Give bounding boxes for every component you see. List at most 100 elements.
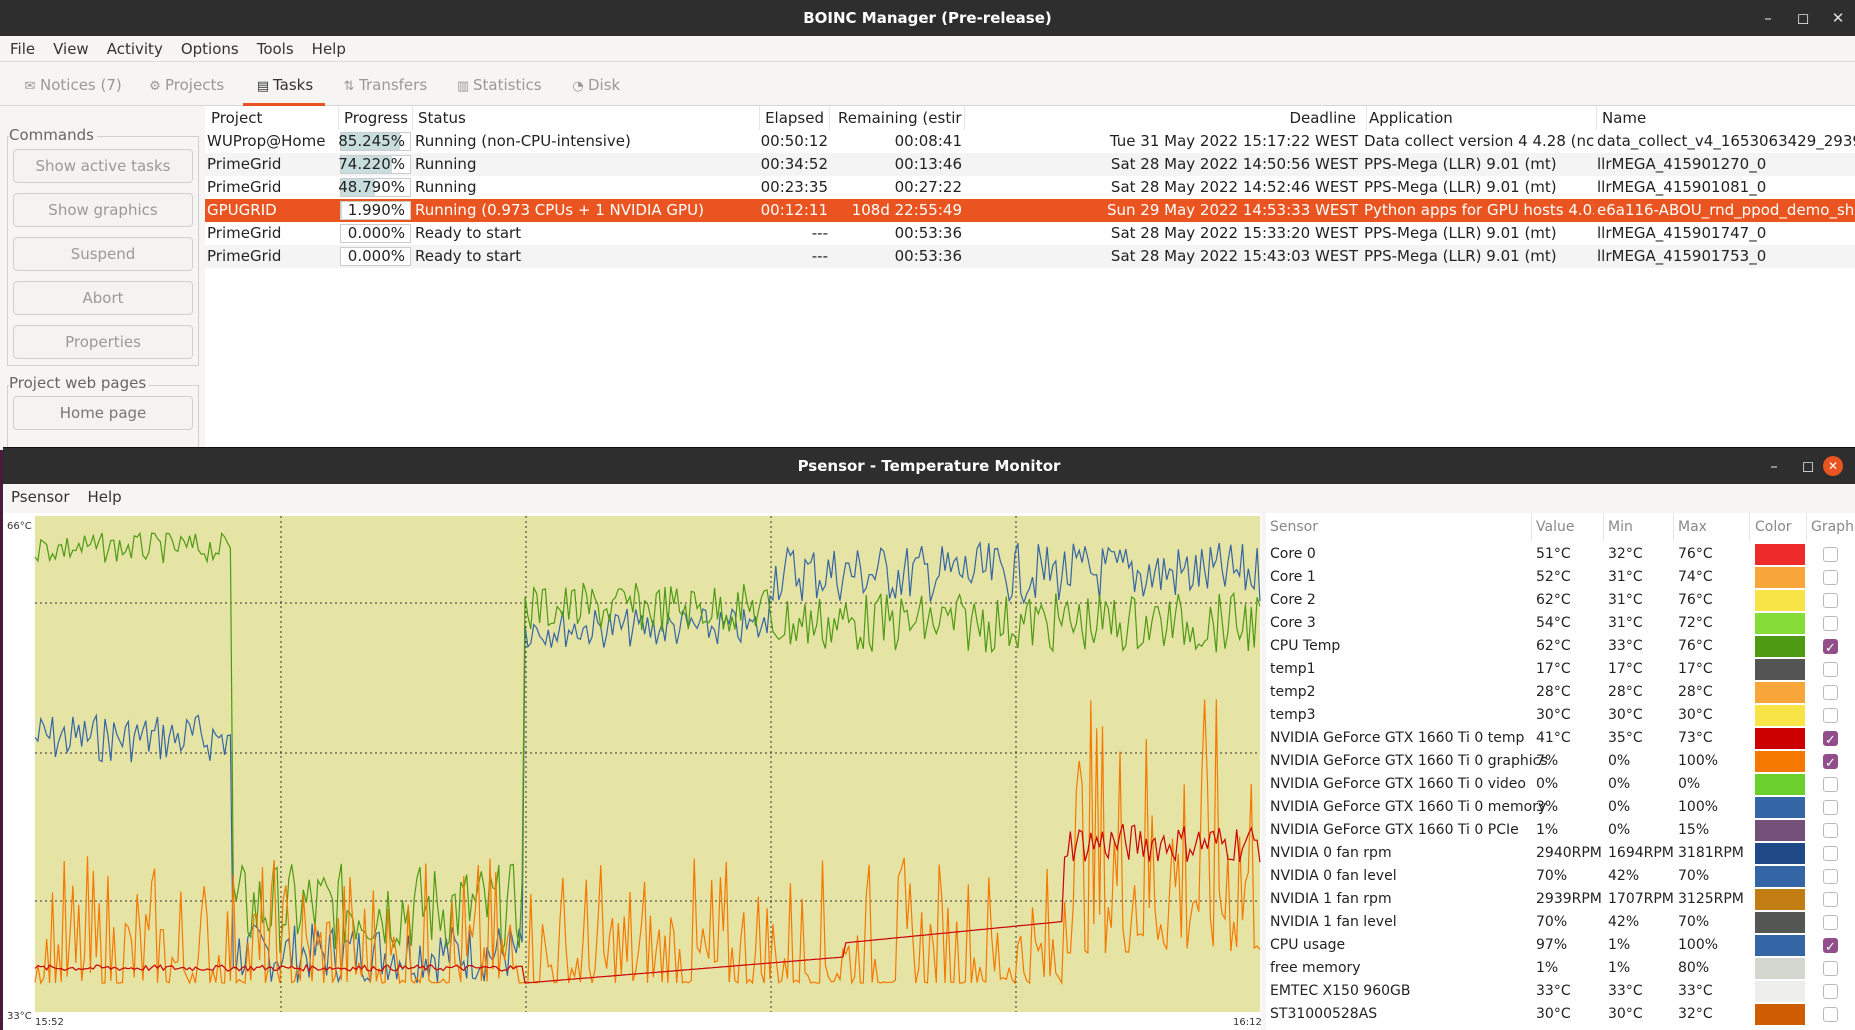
sensor-row[interactable]: Core 1 52°C 31°C 74°C [1266,566,1855,589]
color-swatch[interactable] [1755,912,1805,933]
tab-projects[interactable]: ⚙ Projects [147,64,224,106]
graph-checkbox[interactable] [1823,593,1838,608]
sensor-row[interactable]: temp1 17°C 17°C 17°C [1266,658,1855,681]
col-name[interactable]: Name [1602,106,1852,130]
menu-file[interactable]: File [0,36,44,62]
color-swatch[interactable] [1755,820,1805,841]
menu-psensor[interactable]: Psensor [3,484,79,510]
color-swatch[interactable] [1755,774,1805,795]
menu-psensor-help[interactable]: Help [79,484,131,510]
graph-checkbox[interactable] [1823,915,1838,930]
graph-checkbox[interactable] [1823,1007,1838,1022]
col-progress[interactable]: Progress [343,106,413,130]
sensor-row[interactable]: NVIDIA GeForce GTX 1660 Ti 0 graphics 7% 0… [1266,750,1855,775]
sensor-row[interactable]: Core 3 54°C 31°C 72°C [1266,612,1855,635]
color-swatch[interactable] [1755,567,1805,588]
psensor-close-button[interactable]: ✕ [1823,456,1843,476]
col-value[interactable]: Value [1536,513,1604,541]
col-min[interactable]: Min [1608,513,1674,541]
sensor-row[interactable]: CPU usage 97% 1% 100% [1266,934,1855,959]
sensor-row[interactable]: EMTEC X150 960GB 33°C 33°C 33°C [1266,980,1855,1003]
maximize-button[interactable]: ◻ [1786,0,1820,36]
graph-checkbox[interactable] [1823,752,1838,775]
color-swatch[interactable] [1755,682,1805,703]
tab-statistics[interactable]: ▥ Statistics [455,64,542,106]
color-swatch[interactable] [1755,705,1805,726]
table-row[interactable]: GPUGRID 1.990% Running (0.973 CPUs + 1 NVI… [205,199,1855,222]
graph-checkbox[interactable] [1823,616,1838,631]
color-swatch[interactable] [1755,636,1805,657]
sensor-row[interactable]: NVIDIA GeForce GTX 1660 Ti 0 PCIe 1% 0% 15% [1266,819,1855,842]
color-swatch[interactable] [1755,889,1805,910]
show-graphics-button[interactable]: Show graphics [13,193,193,227]
color-swatch[interactable] [1755,935,1805,956]
color-swatch[interactable] [1755,590,1805,611]
col-application[interactable]: Application [1369,106,1597,130]
home-page-button[interactable]: Home page [13,396,193,430]
sensor-row[interactable]: ST31000528AS 30°C 30°C 32°C [1266,1003,1855,1026]
tab-notices[interactable]: ✉ Notices (7) [22,64,122,106]
graph-checkbox[interactable] [1823,823,1838,838]
menu-help[interactable]: Help [303,36,355,62]
col-status[interactable]: Status [418,106,760,130]
tab-transfers[interactable]: ⇅ Transfers [341,64,428,106]
col-remaining[interactable]: Remaining (estir [835,106,965,130]
sensor-row[interactable]: NVIDIA GeForce GTX 1660 Ti 0 memory 3% 0% 1… [1266,796,1855,819]
color-swatch[interactable] [1755,797,1805,818]
show-active-tasks-button[interactable]: Show active tasks [13,149,193,183]
graph-checkbox[interactable] [1823,729,1838,752]
graph-checkbox[interactable] [1823,800,1838,815]
properties-button[interactable]: Properties [13,325,193,359]
color-swatch[interactable] [1755,613,1805,634]
color-swatch[interactable] [1755,659,1805,680]
graph-checkbox[interactable] [1823,846,1838,861]
col-color[interactable]: Color [1755,513,1807,541]
tab-disk[interactable]: ◔ Disk [570,64,620,106]
table-row[interactable]: PrimeGrid 48.790% Running 00:23:35 00:27:22 S… [205,176,1855,199]
table-row[interactable]: PrimeGrid 0.000% Ready to start --- 00:53:36… [205,245,1855,268]
graph-checkbox[interactable] [1823,685,1838,700]
sensor-row[interactable]: NVIDIA GeForce GTX 1660 Ti 0 temp 41°C 35°… [1266,727,1855,752]
graph-checkbox[interactable] [1823,570,1838,585]
tab-tasks[interactable]: ▤ Tasks [242,64,326,106]
col-graph[interactable]: Graph [1811,513,1854,541]
psensor-minimize-button[interactable]: – [1757,448,1791,484]
sensor-row[interactable]: NVIDIA 1 fan level 70% 42% 70% [1266,911,1855,934]
col-deadline[interactable]: Deadline [965,106,1367,130]
graph-checkbox[interactable] [1823,961,1838,976]
graph-checkbox[interactable] [1823,637,1838,660]
graph-checkbox[interactable] [1823,936,1838,959]
table-row[interactable]: PrimeGrid 0.000% Ready to start --- 00:53:36… [205,222,1855,245]
color-swatch[interactable] [1755,751,1805,772]
graph-checkbox[interactable] [1823,547,1838,562]
color-swatch[interactable] [1755,843,1805,864]
color-swatch[interactable] [1755,981,1805,1002]
color-swatch[interactable] [1755,728,1805,749]
col-max[interactable]: Max [1678,513,1750,541]
sensor-row[interactable]: Core 2 62°C 31°C 76°C [1266,589,1855,612]
close-button[interactable]: ✕ [1821,0,1855,36]
sensor-row[interactable]: NVIDIA 1 fan rpm 2939RPM 1707RPM 3125RPM [1266,888,1855,911]
col-project[interactable]: Project [211,106,339,130]
table-row[interactable]: PrimeGrid 74.220% Running 00:34:52 00:13:46 S… [205,153,1855,176]
menu-activity[interactable]: Activity [98,36,172,62]
sensor-row[interactable]: Core 0 51°C 32°C 76°C [1266,543,1855,566]
abort-button[interactable]: Abort [13,281,193,315]
sensor-row[interactable]: NVIDIA 0 fan level 70% 42% 70% [1266,865,1855,888]
graph-checkbox[interactable] [1823,708,1838,723]
col-sensor[interactable]: Sensor [1270,513,1532,541]
graph-checkbox[interactable] [1823,984,1838,999]
table-row[interactable]: WUProp@Home 85.245% Running (non-CPU-inten… [205,130,1855,153]
graph-checkbox[interactable] [1823,777,1838,792]
graph-checkbox[interactable] [1823,869,1838,884]
color-swatch[interactable] [1755,866,1805,887]
color-swatch[interactable] [1755,1004,1805,1025]
graph-checkbox[interactable] [1823,892,1838,907]
minimize-button[interactable]: – [1751,0,1785,36]
color-swatch[interactable] [1755,958,1805,979]
menu-options[interactable]: Options [172,36,248,62]
sensor-row[interactable]: NVIDIA 0 fan rpm 2940RPM 1694RPM 3181RPM [1266,842,1855,865]
color-swatch[interactable] [1755,544,1805,565]
graph-checkbox[interactable] [1823,662,1838,677]
suspend-button[interactable]: Suspend [13,237,193,271]
